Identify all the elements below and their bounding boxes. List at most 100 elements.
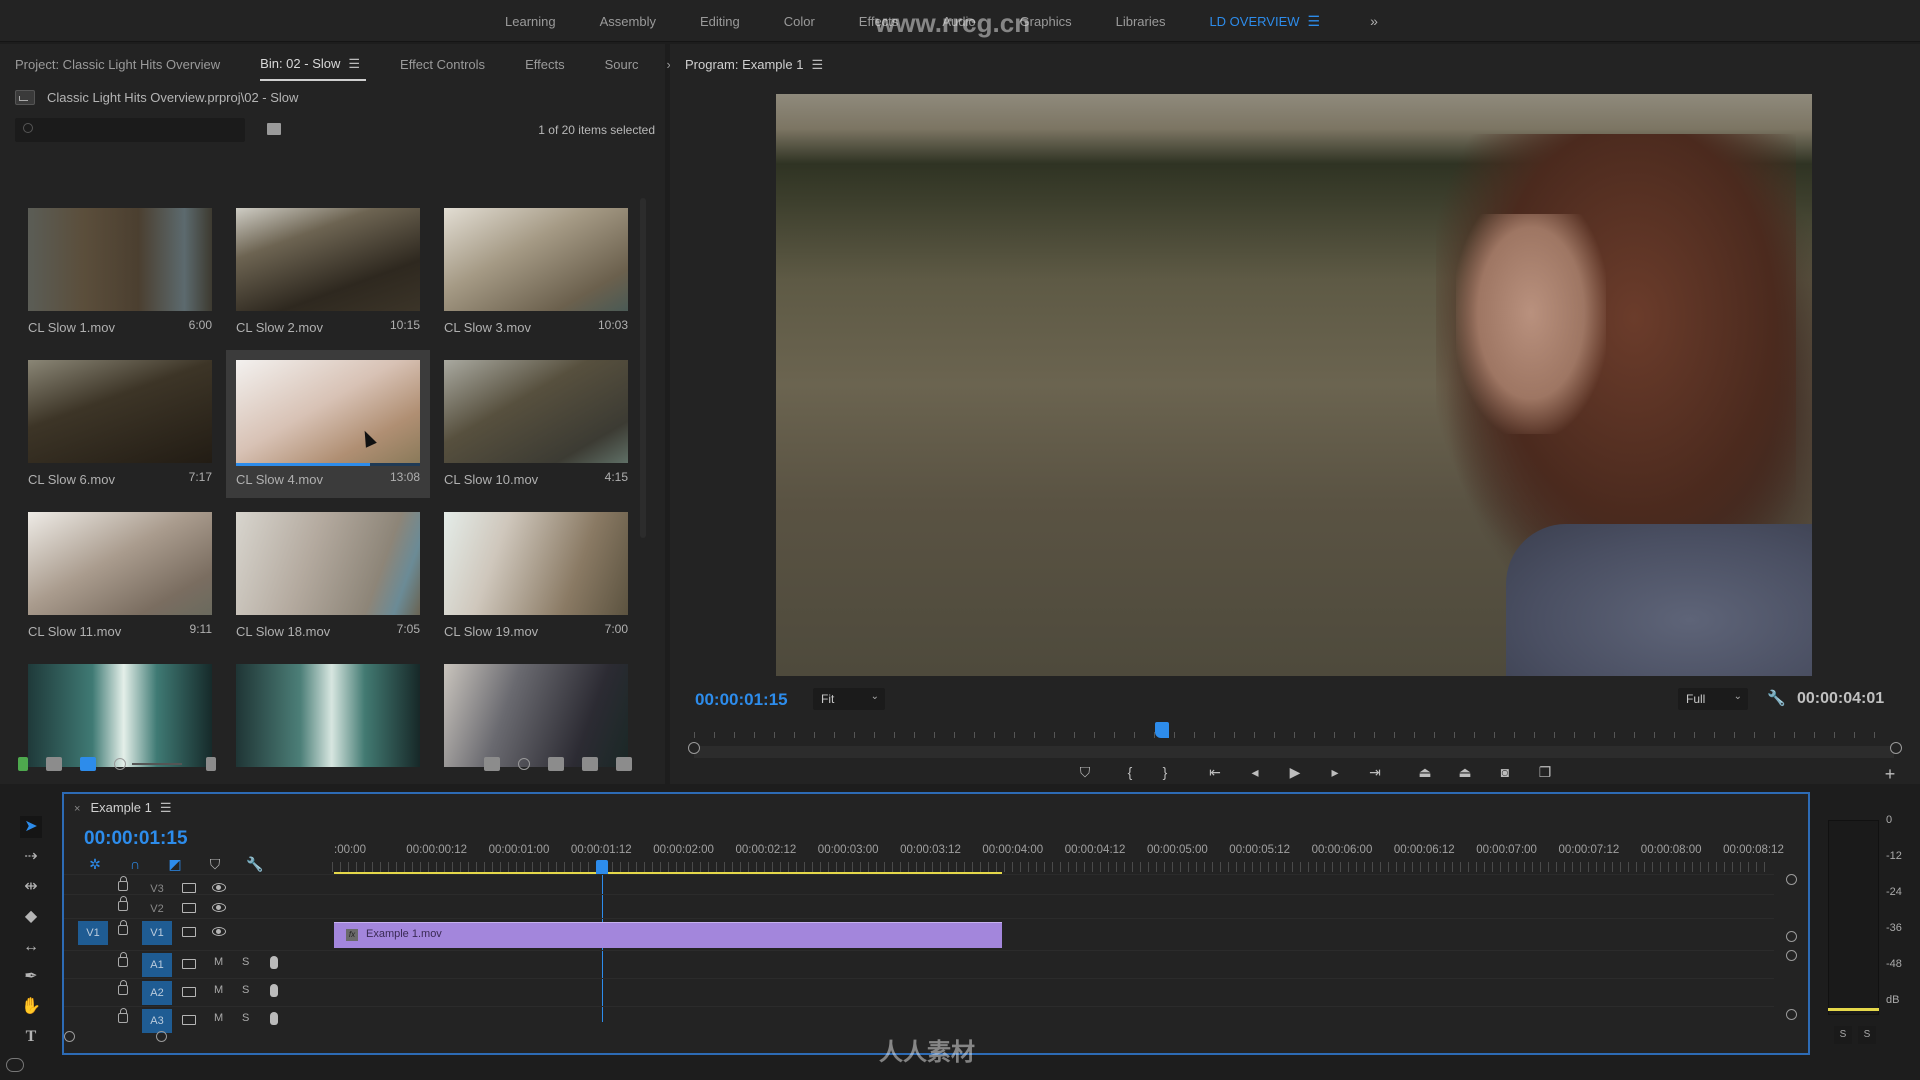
eye-icon[interactable] (212, 927, 226, 936)
clip-thumbnail[interactable]: CL Slow 2.mov 10:15 (226, 198, 430, 346)
step-forward-button[interactable]: ▸ (1325, 764, 1345, 781)
add-marker-icon[interactable]: ⛉ (206, 856, 224, 874)
track-target[interactable]: V1 (142, 921, 172, 945)
razor-tool-icon[interactable]: ◆ (20, 906, 42, 928)
close-icon[interactable]: × (74, 803, 80, 815)
extract-button[interactable]: ⏏ (1455, 764, 1475, 781)
scroll-handle[interactable] (1786, 950, 1797, 961)
creative-cloud-icon[interactable] (6, 1058, 24, 1072)
eye-icon[interactable] (212, 903, 226, 912)
scroll-handle[interactable] (64, 1031, 75, 1042)
workspace-tab-learning[interactable]: Learning (505, 14, 556, 29)
clip-thumbnail[interactable]: CL Slow 18.mov 7:05 (226, 502, 430, 650)
microphone-icon[interactable] (270, 956, 278, 969)
step-back-button[interactable]: ◂ (1245, 764, 1265, 781)
timeline-horizontal-zoom[interactable] (64, 1031, 174, 1042)
icon-view-icon[interactable] (80, 757, 96, 771)
solo-right-button[interactable]: S (1858, 1026, 1876, 1044)
timeline-playhead[interactable] (596, 860, 608, 874)
clip-thumbnail[interactable]: CL Slow 6.mov 7:17 (18, 350, 222, 498)
tab-bin[interactable]: Bin: 02 - Slow ☰ (260, 56, 366, 81)
type-tool-icon[interactable]: T (20, 1026, 42, 1048)
mute-button[interactable]: M (214, 1012, 223, 1024)
clip-thumbnail[interactable]: CL Slow 4.mov 13:08 (226, 350, 430, 498)
lock-icon[interactable] (118, 1008, 128, 1023)
scroll-handle[interactable] (1786, 874, 1797, 885)
sync-lock-icon[interactable] (182, 927, 196, 937)
sequence-tab[interactable]: × Example 1 ☰ (74, 800, 172, 816)
workspace-tab-ld-overview[interactable]: LD OVERVIEW (1209, 14, 1299, 29)
mark-out-button[interactable]: } (1155, 764, 1175, 780)
playback-resolution-select[interactable]: Full ⌄ (1678, 688, 1748, 710)
comparison-view-button[interactable]: ❐ (1535, 764, 1555, 781)
clip-thumbnail[interactable]: CL Slow 11.mov 9:11 (18, 502, 222, 650)
solo-button[interactable]: S (242, 956, 249, 968)
clip-thumbnail[interactable]: CL Slow 10.mov 4:15 (434, 350, 638, 498)
clip-thumbnail[interactable]: CL Slow 19.mov 7:00 (434, 502, 638, 650)
sync-lock-icon[interactable] (182, 959, 196, 969)
clip-thumbnail[interactable]: CL Slow 3.mov 10:03 (434, 198, 638, 346)
parent-folder-icon[interactable] (15, 90, 35, 105)
sync-lock-icon[interactable] (182, 987, 196, 997)
timeline-clip[interactable]: fx Example 1.mov (334, 922, 1002, 948)
workspace-tab-libraries[interactable]: Libraries (1116, 14, 1166, 29)
zoom-slider-handle[interactable] (114, 758, 126, 770)
solo-left-button[interactable]: S (1834, 1026, 1852, 1044)
snap-magnet-icon[interactable]: ∩ (126, 856, 144, 874)
new-bin-icon[interactable] (548, 757, 564, 771)
go-to-in-button[interactable]: ⇤ (1205, 764, 1225, 781)
lock-icon[interactable] (118, 876, 128, 891)
trash-icon[interactable] (616, 757, 632, 771)
track-target[interactable]: A3 (142, 1009, 172, 1033)
panel-menu-icon[interactable]: ☰ (812, 57, 824, 72)
program-playhead[interactable] (1155, 722, 1169, 738)
tab-project[interactable]: Project: Classic Light Hits Overview (15, 57, 220, 72)
track-target[interactable]: A2 (142, 981, 172, 1005)
workspace-tab-assembly[interactable]: Assembly (600, 14, 656, 29)
sort-icon[interactable] (206, 757, 216, 771)
lock-icon[interactable] (118, 980, 128, 995)
microphone-icon[interactable] (270, 1012, 278, 1025)
zoom-level-select[interactable]: Fit ⌄ (813, 688, 885, 710)
bin-search-input[interactable] (15, 118, 245, 142)
scroll-handle[interactable] (1786, 931, 1797, 942)
program-time-ruler[interactable] (694, 726, 1894, 746)
timeline-ruler[interactable]: :00:00 00:00:00:12 00:00:01:00 00:00:01:12 0… (332, 844, 1784, 860)
sync-lock-icon[interactable] (182, 903, 196, 913)
tab-source[interactable]: Sourc (605, 57, 639, 72)
eye-icon[interactable] (212, 883, 226, 892)
workspace-menu-icon[interactable]: ☰ (1308, 13, 1321, 30)
play-button[interactable]: ▶ (1285, 764, 1305, 781)
program-current-timecode[interactable]: 00:00:01:15 (695, 690, 788, 710)
insert-nest-icon[interactable]: ✲ (86, 856, 104, 874)
pen-tool-icon[interactable]: ✒ (20, 966, 42, 988)
source-patch[interactable]: V1 (78, 921, 108, 945)
thumbnail-zoom-slider[interactable] (132, 763, 182, 765)
add-button-icon[interactable]: + (1880, 764, 1900, 785)
scroll-handle[interactable] (156, 1031, 167, 1042)
slip-tool-icon[interactable]: ↔ (20, 936, 42, 958)
ripple-edit-tool-icon[interactable]: ⇹ (20, 876, 42, 898)
program-zoom-bar[interactable] (694, 746, 1894, 758)
find-icon[interactable] (518, 758, 530, 770)
panel-menu-icon[interactable]: ☰ (160, 800, 172, 815)
zoom-bar-start-handle[interactable] (688, 742, 700, 754)
solo-button[interactable]: S (242, 984, 249, 996)
bin-scrollbar[interactable] (640, 198, 646, 538)
timeline-vertical-zoom[interactable] (1786, 874, 1797, 1034)
timeline-timecode[interactable]: 00:00:01:15 (84, 828, 188, 850)
selection-tool-icon[interactable]: ➤ (20, 816, 42, 838)
lock-icon[interactable] (118, 952, 128, 967)
new-item-icon[interactable] (582, 757, 598, 771)
export-frame-button[interactable]: ◙ (1495, 764, 1515, 780)
zoom-bar-end-handle[interactable] (1890, 742, 1902, 754)
wrench-icon[interactable]: 🔧 (246, 856, 264, 874)
wrench-icon[interactable]: 🔧 (1767, 689, 1786, 707)
lift-button[interactable]: ⏏ (1415, 764, 1435, 781)
hand-tool-icon[interactable]: ✋ (20, 996, 42, 1018)
sync-lock-icon[interactable] (182, 883, 196, 893)
mute-button[interactable]: M (214, 984, 223, 996)
tab-effects[interactable]: Effects (525, 57, 565, 72)
program-video-frame[interactable] (776, 94, 1812, 676)
automate-to-sequence-icon[interactable] (484, 757, 500, 771)
